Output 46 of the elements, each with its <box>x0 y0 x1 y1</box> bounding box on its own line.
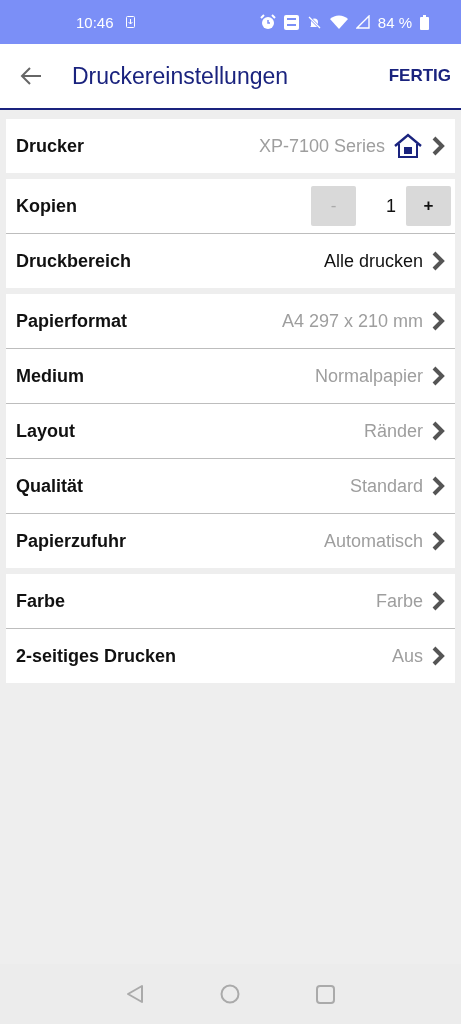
setting-label: 2-seitiges Drucken <box>16 645 178 667</box>
setting-label: Papierzufuhr <box>16 530 127 552</box>
chevron-right-icon <box>431 310 445 332</box>
signal-icon <box>355 15 370 29</box>
recents-nav-icon[interactable] <box>316 984 335 1004</box>
setting-value[interactable]: XP-7100 Series <box>258 135 385 157</box>
setting-value[interactable]: Ränder <box>363 420 423 442</box>
setting-label: Qualität <box>16 475 84 497</box>
alarm-icon <box>259 14 276 30</box>
bell-off-icon <box>306 14 322 30</box>
chevron-right-icon <box>431 420 445 442</box>
setting-label: Farbe <box>16 590 67 612</box>
setting-label: Kopien <box>16 195 78 217</box>
increment-button[interactable]: + <box>406 186 451 226</box>
chevron-right-icon <box>431 250 445 272</box>
chevron-right-icon <box>431 475 445 497</box>
setting-value[interactable]: Normalpapier <box>314 365 423 387</box>
screen-title: Druckereinstellungen <box>72 62 290 90</box>
chevron-right-icon <box>431 365 445 387</box>
wifi-icon <box>329 15 348 29</box>
setting-label: Papierformat <box>16 310 129 332</box>
back-nav-icon[interactable] <box>126 984 144 1004</box>
battery-icon <box>420 14 429 30</box>
setting-value[interactable]: A4 297 x 210 mm <box>281 310 423 332</box>
chevron-right-icon <box>431 530 445 552</box>
setting-value[interactable]: Farbe <box>375 590 423 612</box>
setting-label: Medium <box>16 365 85 387</box>
battery-level: 84 % <box>377 13 412 31</box>
copies-count: 1 <box>386 195 396 217</box>
chevron-right-icon <box>431 590 445 612</box>
volte-icon <box>283 14 299 30</box>
chevron-right-icon <box>431 645 445 667</box>
chevron-right-icon <box>431 135 445 157</box>
home-icon <box>393 133 423 159</box>
setting-value[interactable]: Alle drucken <box>323 250 423 272</box>
setting-label: Druckbereich <box>16 250 133 272</box>
setting-value[interactable]: Automatisch <box>323 530 423 552</box>
setting-label: Drucker <box>16 135 86 157</box>
home-nav-icon[interactable] <box>220 984 240 1004</box>
done-button[interactable]: FERTIG <box>388 60 451 92</box>
download-icon <box>125 16 135 28</box>
back-icon[interactable] <box>20 67 42 85</box>
setting-value[interactable]: Standard <box>349 475 423 497</box>
clock: 10:46 <box>76 13 114 31</box>
setting-label: Layout <box>16 420 76 442</box>
setting-value[interactable]: Aus <box>391 645 423 667</box>
